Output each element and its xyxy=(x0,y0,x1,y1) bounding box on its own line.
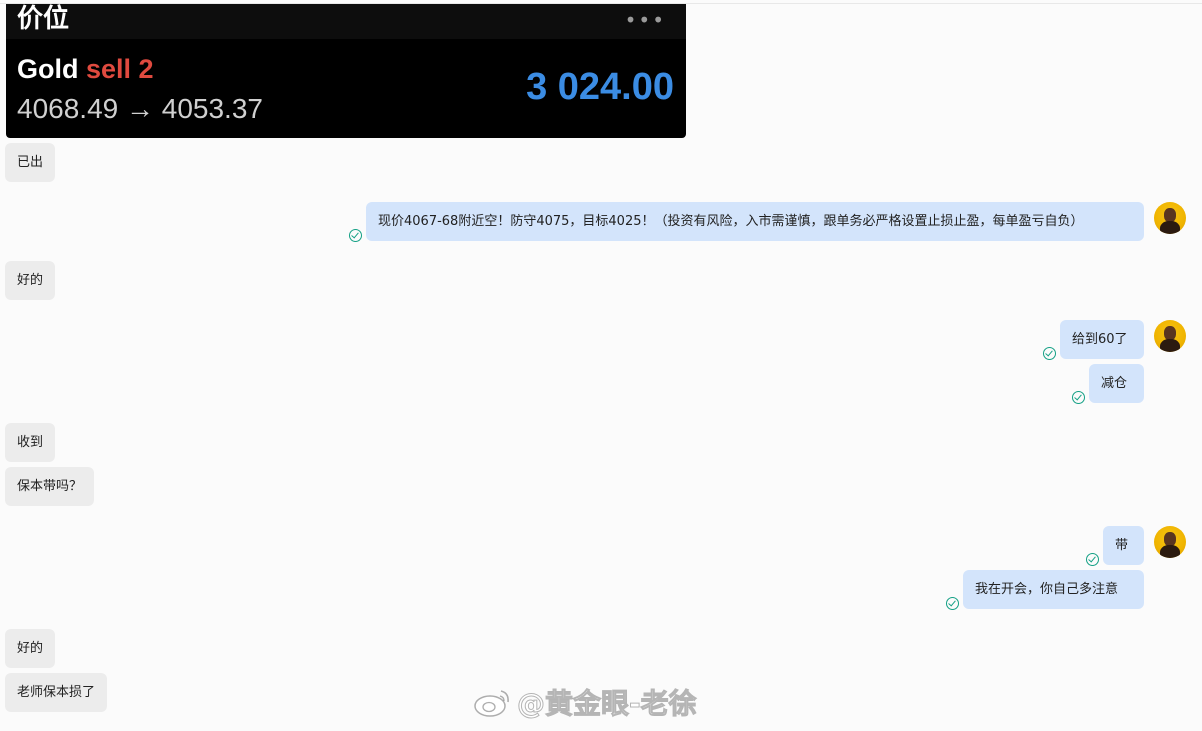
read-check-icon xyxy=(1043,347,1056,360)
read-check-icon xyxy=(1086,553,1099,566)
card-title: 价位 xyxy=(17,4,70,33)
outgoing-message[interactable]: 减仓 xyxy=(1089,364,1144,403)
trade-side: sell 2 xyxy=(86,54,154,84)
weibo-logo-icon xyxy=(474,690,509,717)
outgoing-message[interactable]: 现价4067-68附近空！防守4075，目标4025！（投资有风险，入市需谨慎，… xyxy=(366,202,1144,241)
read-check-icon xyxy=(349,229,362,242)
incoming-message[interactable]: 收到 xyxy=(5,423,56,462)
avatar[interactable] xyxy=(1154,320,1186,352)
incoming-message[interactable]: 老师保本损了 xyxy=(5,673,108,712)
outgoing-message[interactable]: 给到60了 xyxy=(1060,320,1144,359)
watermark-text: @黄金眼-老徐 xyxy=(517,687,698,721)
trade-screenshot-card[interactable]: 价位 ••• Gold sell 2 4068.49 → 4053.37 3 0… xyxy=(6,4,686,138)
avatar[interactable] xyxy=(1154,202,1186,234)
trade-symbol-line: Gold sell 2 xyxy=(17,54,154,85)
price-move: 4068.49 → 4053.37 xyxy=(17,93,263,124)
avatar[interactable] xyxy=(1154,526,1186,558)
read-check-icon xyxy=(1072,391,1085,404)
card-header xyxy=(6,4,686,39)
incoming-message[interactable]: 好的 xyxy=(5,629,56,668)
read-check-icon xyxy=(946,597,959,610)
incoming-message[interactable]: 已出 xyxy=(5,143,56,182)
trade-symbol: Gold xyxy=(17,54,79,84)
trade-profit: 3 024.00 xyxy=(526,66,674,108)
incoming-message[interactable]: 好的 xyxy=(5,261,56,300)
more-options-icon[interactable]: ••• xyxy=(625,8,666,32)
incoming-message[interactable]: 保本带吗？ xyxy=(5,467,95,506)
outgoing-message[interactable]: 我在开会，你自己多注意 xyxy=(963,570,1144,609)
outgoing-message[interactable]: 带 xyxy=(1103,526,1144,565)
watermark: @黄金眼-老徐 xyxy=(473,682,697,722)
